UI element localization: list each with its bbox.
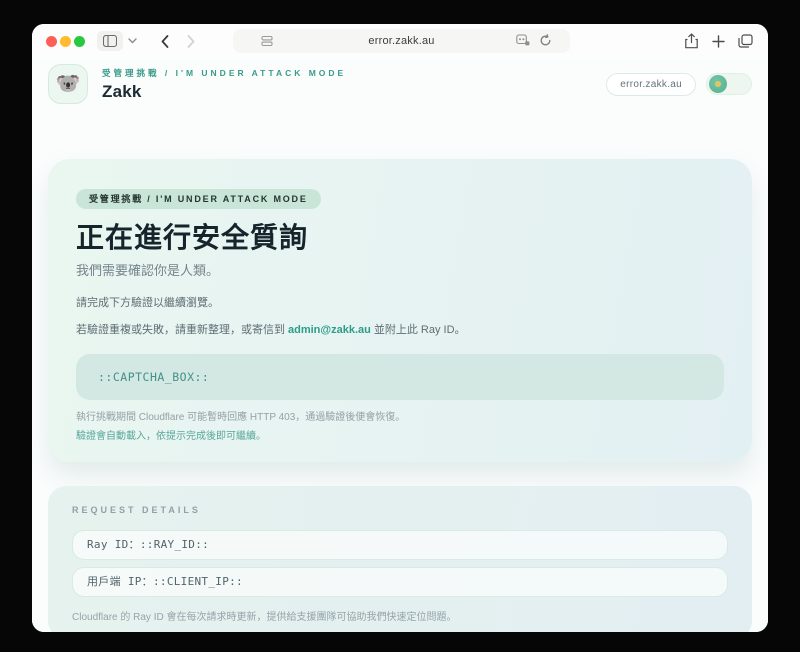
avatar: 🐨 <box>48 64 88 104</box>
page-title: 正在進行安全質詢 <box>76 222 309 253</box>
challenge-badge: 受管理挑戰 / I'M UNDER ATTACK MODE <box>76 189 321 209</box>
sidebar-chevron-button[interactable] <box>125 31 139 51</box>
chevron-right-icon <box>187 34 195 48</box>
window-controls <box>46 35 85 47</box>
challenge-fallback-line: 若驗證重複或失敗，請重新整理，或寄信到 admin@zakk.au 並附上此 Ray… <box>76 323 724 338</box>
challenge-card: 受管理挑戰 / I'M UNDER ATTACK MODE 正在進行安全質詢 我… <box>48 159 752 462</box>
koala-emoji-icon: 🐨 <box>55 73 81 95</box>
ray-id-label: Ray ID： <box>87 538 140 551</box>
sidebar-icon <box>103 35 117 47</box>
chevron-down-icon <box>127 38 137 44</box>
fallback-prefix: 若驗證重複或失敗，請重新整理，或寄信到 <box>76 324 285 336</box>
domain-pill: error.zakk.au <box>606 72 696 96</box>
site-identity: 受管理挑戰 / I'M UNDER ATTACK MODE Zakk <box>102 67 346 102</box>
new-tab-button[interactable] <box>709 30 727 52</box>
ray-id-value: ::RAY_ID:: <box>139 538 210 551</box>
challenge-subtitle: 我們需要確認你是人類。 <box>76 263 220 278</box>
client-ip-label: 用戶端 IP： <box>87 575 153 588</box>
client-ip-field: 用戶端 IP：::CLIENT_IP:: <box>72 567 728 597</box>
zoom-button[interactable] <box>74 35 85 47</box>
ray-id-note: Cloudflare 的 Ray ID 會在每次請求時更新，提供給支援團隊可協助… <box>72 612 457 623</box>
chevron-left-icon <box>161 34 169 48</box>
url-text: error.zakk.au <box>368 35 435 47</box>
browser-toolbar: error.zakk.au <box>32 24 768 58</box>
reload-icon[interactable] <box>539 34 552 47</box>
address-bar[interactable]: error.zakk.au <box>233 29 570 53</box>
challenge-instruction: 請完成下方驗證以繼續瀏覽。 <box>76 297 219 309</box>
header-right-group: error.zakk.au <box>606 72 752 96</box>
close-button[interactable] <box>46 35 57 47</box>
captcha-box[interactable]: ::CAPTCHA_BOX:: <box>76 354 724 400</box>
sidebar-toggle-button[interactable] <box>97 31 123 51</box>
plus-icon <box>711 34 725 48</box>
request-details-label: REQUEST DETAILS <box>72 505 201 515</box>
translate-icon[interactable] <box>516 34 530 47</box>
page-content: 🐨 受管理挑戰 / I'M UNDER ATTACK MODE Zakk err… <box>32 62 768 632</box>
share-button[interactable] <box>682 30 700 52</box>
toggle-knob-icon <box>709 75 727 93</box>
toolbar-right-group <box>682 30 754 52</box>
client-ip-value: ::CLIENT_IP:: <box>152 575 243 588</box>
reader-icon[interactable] <box>261 35 273 47</box>
ray-id-field: Ray ID：::RAY_ID:: <box>72 530 728 560</box>
http-403-note: 執行挑戰期間 Cloudflare 可能暫時回應 HTTP 403，通過驗證後便… <box>76 412 406 423</box>
site-name: Zakk <box>102 81 142 101</box>
attack-mode-toggle[interactable] <box>706 73 752 95</box>
tab-overview-button[interactable] <box>736 30 754 52</box>
auto-load-note: 驗證會自動載入，依提示完成後即可繼續。 <box>76 431 266 442</box>
forward-button[interactable] <box>181 30 201 52</box>
tabs-icon <box>737 34 753 48</box>
attack-mode-eyebrow: 受管理挑戰 / I'M UNDER ATTACK MODE <box>102 67 347 78</box>
share-icon <box>684 33 698 49</box>
back-button[interactable] <box>155 30 175 52</box>
fallback-suffix: 並附上此 Ray ID。 <box>373 324 466 336</box>
browser-window: error.zakk.au 🐨 受管理挑戰 / I'M UNDER ATTACK… <box>32 24 768 632</box>
admin-email-link[interactable]: admin@zakk.au <box>288 324 371 336</box>
minimize-button[interactable] <box>60 35 71 47</box>
site-header: 🐨 受管理挑戰 / I'M UNDER ATTACK MODE Zakk err… <box>48 62 752 106</box>
request-details-card: REQUEST DETAILS Ray ID：::RAY_ID:: 用戶端 IP… <box>48 486 752 632</box>
